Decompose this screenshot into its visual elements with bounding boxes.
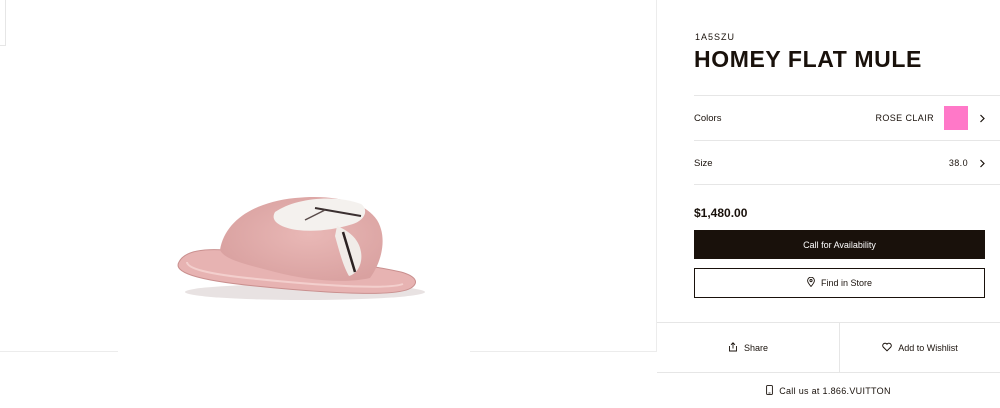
share-icon [728, 341, 738, 354]
add-to-wishlist-label: Add to Wishlist [898, 342, 958, 353]
color-value: ROSE CLAIR [875, 113, 934, 123]
product-details-panel: 1A5SZU HOMEY FLAT MULE Colors ROSE CLAIR… [657, 0, 1000, 408]
product-image [177, 196, 425, 300]
color-swatch [944, 106, 968, 130]
phone-icon [766, 385, 774, 397]
size-value: 38.0 [948, 158, 968, 168]
find-in-store-button[interactable]: Find in Store [694, 268, 985, 298]
divider-line [470, 351, 657, 352]
product-price: $1,480.00 [694, 206, 748, 220]
add-to-wishlist-button[interactable]: Add to Wishlist [840, 323, 1000, 372]
size-label: Size [694, 157, 713, 169]
chevron-right-icon [979, 113, 987, 123]
heart-icon [882, 342, 892, 354]
chevron-right-icon [979, 158, 987, 168]
location-pin-icon [807, 276, 815, 289]
divider [657, 372, 1000, 373]
divider [694, 184, 1000, 185]
divider-line [0, 351, 118, 352]
product-image-area [0, 0, 657, 352]
thumbnail-frame[interactable] [0, 0, 6, 46]
size-selector[interactable]: Size 38.0 [694, 141, 987, 185]
call-us-link[interactable]: Call us at 1.866.VUITTON [657, 385, 1000, 397]
product-title: HOMEY FLAT MULE [694, 46, 922, 72]
call-us-label: Call us at 1.866.VUITTON [779, 386, 891, 396]
colors-label: Colors [694, 112, 722, 124]
call-for-availability-button[interactable]: Call for Availability [694, 230, 985, 259]
product-sku: 1A5SZU [695, 32, 736, 42]
find-in-store-label: Find in Store [820, 278, 873, 288]
colors-selector[interactable]: Colors ROSE CLAIR [694, 96, 987, 140]
call-for-availability-label: Call for Availability [803, 239, 876, 250]
share-button[interactable]: Share [657, 323, 839, 372]
share-label: Share [743, 342, 769, 353]
